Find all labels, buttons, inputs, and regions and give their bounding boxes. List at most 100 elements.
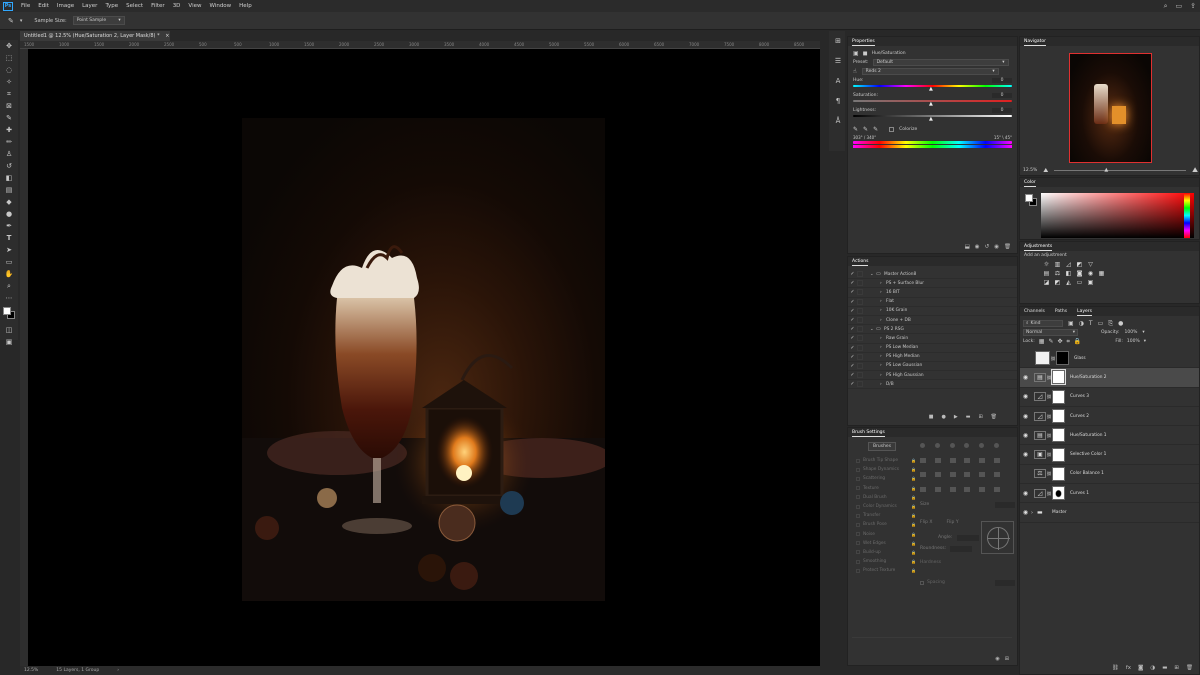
brush-setting-checkbox[interactable]	[856, 458, 860, 463]
layer-mask-thumbnail[interactable]	[1056, 351, 1069, 366]
brush-setting-checkbox[interactable]	[856, 495, 860, 500]
document-tab[interactable]: Untitled1 @ 12.5% (Hue/Saturation 2, Lay…	[20, 31, 170, 41]
brush-setting-checkbox[interactable]	[856, 532, 860, 537]
fill-chevron-icon[interactable]: ▾	[1144, 339, 1146, 344]
navigator-zoom-slider-thumb[interactable]: ▲	[1104, 167, 1108, 173]
preset-select[interactable]: Default ▾	[872, 59, 1009, 66]
menu-view[interactable]: View	[184, 3, 205, 9]
check-icon[interactable]: ✓	[848, 354, 857, 360]
type-filter-icon[interactable]: T	[1089, 320, 1093, 327]
visibility-icon[interactable]: ◉	[994, 244, 999, 250]
levels-icon[interactable]: ▥	[1053, 260, 1062, 269]
flip-y-checkbox[interactable]: Flip Y	[946, 520, 958, 525]
tool-preset-chevron-icon[interactable]: ▾	[20, 18, 23, 24]
dialog-toggle[interactable]	[857, 289, 863, 296]
lightness-slider[interactable]: ▲	[853, 115, 1012, 122]
new-layer-icon[interactable]: ⊞	[1174, 665, 1179, 671]
zoom-tool-icon[interactable]: ⌕	[0, 280, 18, 292]
path-select-tool-icon[interactable]: ➤	[0, 244, 18, 256]
check-icon[interactable]: ✓	[848, 381, 857, 387]
brush-setting-item[interactable]: Wet Edges 🔒	[850, 539, 916, 548]
lock-icon[interactable]: 🔒	[911, 532, 916, 537]
glyphs-icon[interactable]: Å	[829, 111, 847, 131]
tab-paths[interactable]: Paths	[1055, 307, 1067, 316]
brush-setting-checkbox[interactable]	[856, 467, 860, 472]
toggle-preview-icon[interactable]: ◉	[995, 656, 999, 662]
check-icon[interactable]: ✓	[848, 335, 857, 341]
lock-icon[interactable]: 🔒	[911, 513, 916, 518]
brush-setting-item[interactable]: Texture 🔒	[850, 484, 916, 493]
eyedropper-add-icon[interactable]: ✎	[863, 126, 868, 133]
lock-icon[interactable]: 🔒	[911, 559, 916, 564]
action-row[interactable]: ✓ › D/B	[848, 380, 1017, 390]
brush-setting-item[interactable]: Scattering 🔒	[850, 474, 916, 483]
layer-row[interactable]: ◉ ▤ ⛓ Hue/Saturation 2	[1020, 368, 1199, 388]
menu-file[interactable]: File	[17, 3, 34, 9]
dialog-toggle[interactable]	[857, 317, 863, 324]
new-group-icon[interactable]: ▬	[1162, 665, 1167, 671]
layer-name[interactable]: Master	[1052, 510, 1067, 515]
action-row[interactable]: ✓ › PS High Gaussian	[848, 371, 1017, 381]
check-icon[interactable]: ✓	[848, 326, 857, 332]
eye-icon[interactable]: ◉	[1020, 509, 1031, 516]
close-icon[interactable]: ×	[165, 33, 169, 39]
lock-icon[interactable]: 🔒	[911, 522, 916, 527]
check-icon[interactable]: ✓	[848, 289, 857, 295]
action-row[interactable]: ✓ › PS Low Median	[848, 344, 1017, 353]
dialog-toggle[interactable]	[857, 381, 863, 388]
marquee-tool-icon[interactable]: ⬚	[0, 52, 18, 64]
brush-setting-item[interactable]: Dual Brush 🔒	[850, 493, 916, 502]
delete-layer-icon[interactable]: 🗑	[1186, 665, 1193, 671]
channel-select[interactable]: Reds 2 ▾	[861, 68, 999, 75]
layer-name[interactable]: Curves 3	[1070, 394, 1089, 399]
eye-icon[interactable]: ◉	[1020, 490, 1031, 497]
type-tool-icon[interactable]: T	[0, 232, 18, 244]
dialog-toggle[interactable]	[857, 298, 863, 305]
menu-help[interactable]: Help	[235, 3, 256, 9]
check-icon[interactable]: ✓	[848, 308, 857, 314]
status-menu-chevron-icon[interactable]: ›	[117, 668, 119, 673]
zoom-in-icon[interactable]: ⛰	[1192, 166, 1198, 175]
dialog-toggle[interactable]	[857, 326, 863, 333]
new-adjustment-layer-icon[interactable]: ◑	[1150, 665, 1155, 671]
action-row[interactable]: ✓ › PS Low Gaussian	[848, 362, 1017, 372]
crop-tool-icon[interactable]: ⌗	[0, 88, 18, 100]
smart-object-filter-icon[interactable]: ⎘	[1108, 320, 1113, 328]
screen-mode-icon[interactable]: ▣	[0, 336, 18, 348]
quick-mask-icon[interactable]: ◫	[0, 324, 18, 336]
hue-slider[interactable]: ▲	[853, 85, 1012, 92]
lock-icon[interactable]: 🔒	[911, 504, 916, 509]
layer-name[interactable]: Glass	[1074, 356, 1086, 361]
zoom-level[interactable]: 12.5%	[24, 668, 38, 673]
delete-icon[interactable]: 🗑	[1004, 244, 1011, 250]
pen-tool-icon[interactable]: ✒	[0, 220, 18, 232]
brush-setting-item[interactable]: Brush Pose 🔒	[850, 520, 916, 529]
foreground-color-swatch[interactable]	[1025, 194, 1033, 202]
eye-icon[interactable]: ◉	[1020, 374, 1031, 381]
fill-field[interactable]: 100%	[1127, 339, 1140, 344]
dialog-toggle[interactable]	[857, 271, 863, 278]
healing-brush-tool-icon[interactable]: ✚	[0, 124, 18, 136]
color-picker-field[interactable]	[1041, 193, 1194, 238]
link-layers-icon[interactable]: ⛓	[1112, 665, 1119, 671]
check-icon[interactable]: ✓	[848, 280, 857, 286]
layer-name[interactable]: Hue/Saturation 1	[1070, 433, 1107, 438]
action-row[interactable]: ✓ › PS + Surface Blur	[848, 279, 1017, 289]
action-row[interactable]: ✓ ⌄ ▭ Master Action8	[848, 270, 1017, 280]
record-icon[interactable]: ●	[941, 414, 945, 420]
lock-position-icon[interactable]: ✥	[1057, 338, 1062, 345]
character-icon[interactable]: A	[829, 71, 847, 91]
threshold-icon[interactable]: ◭	[1064, 278, 1073, 287]
kind-filter-select[interactable]: ⌕ Kind	[1023, 320, 1063, 327]
saturation-slider[interactable]: ▲	[853, 100, 1012, 107]
lock-icon[interactable]: 🔒	[911, 541, 916, 546]
menu-image[interactable]: Image	[53, 3, 78, 9]
size-field[interactable]	[995, 501, 1015, 508]
opacity-chevron-icon[interactable]: ▾	[1142, 330, 1144, 335]
lock-all-icon[interactable]: 🔒	[1074, 338, 1081, 345]
navigator-zoom-value[interactable]: 12.5%	[1023, 168, 1037, 173]
sample-size-select[interactable]: Point Sample ▾	[72, 16, 125, 25]
targeted-adjustment-icon[interactable]: ☝	[853, 68, 857, 75]
brush-setting-item[interactable]: Noise 🔒	[850, 530, 916, 539]
check-icon[interactable]: ✓	[848, 317, 857, 323]
